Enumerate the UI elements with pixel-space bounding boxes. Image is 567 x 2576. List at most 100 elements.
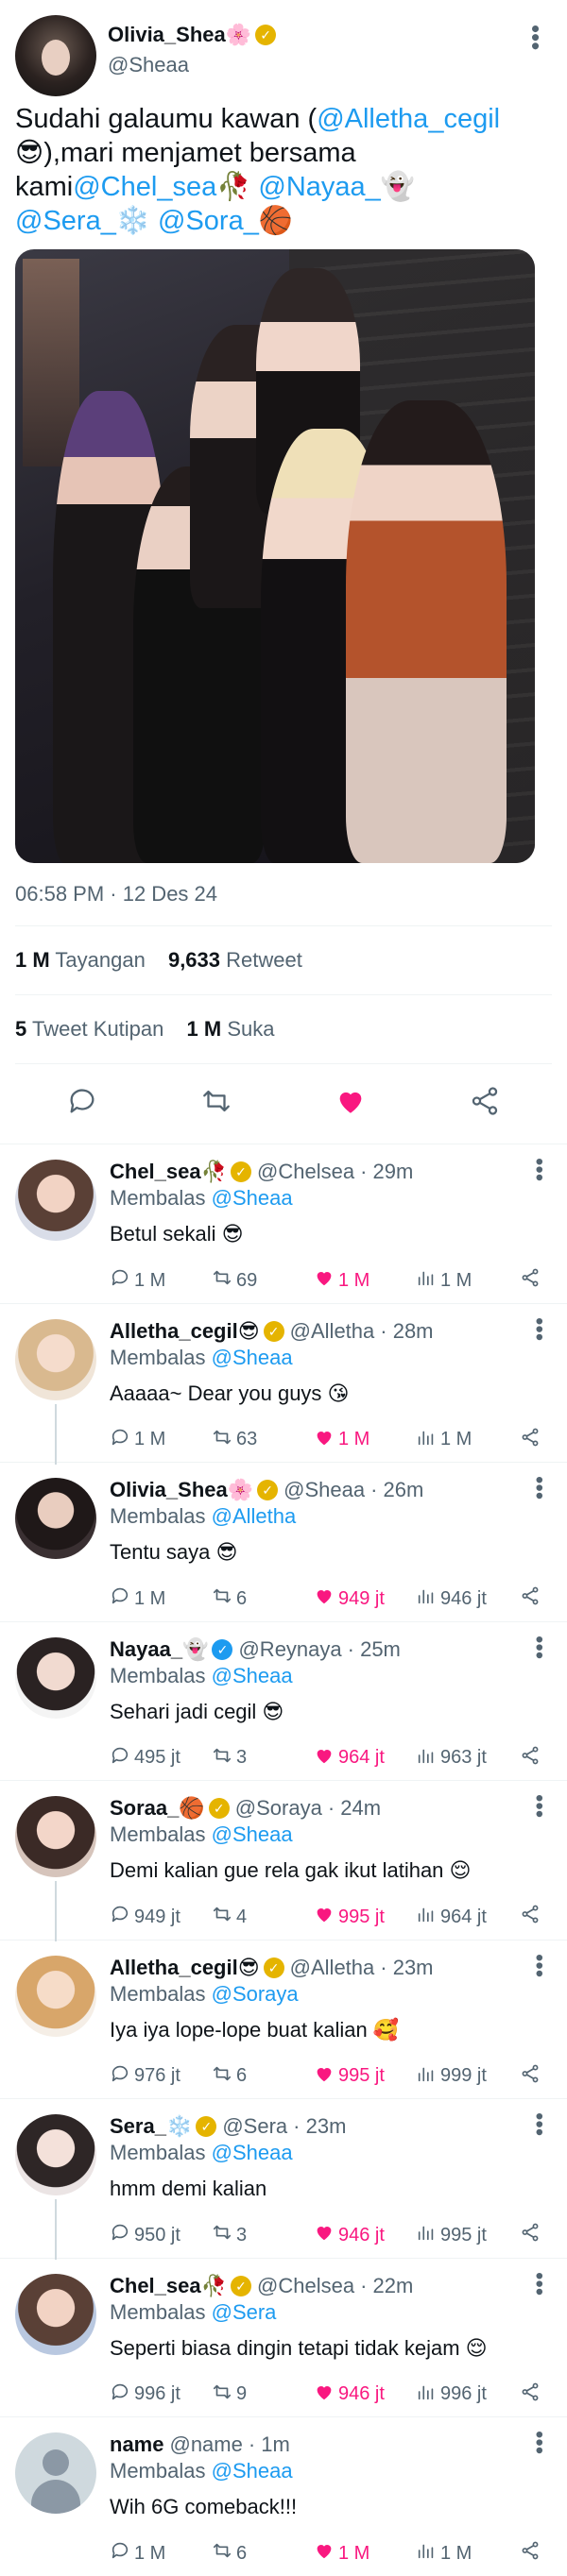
share-button[interactable] [520, 1585, 544, 1612]
retweet-button[interactable]: 4 [212, 1904, 314, 1930]
avatar[interactable] [15, 1636, 96, 1719]
reply-button[interactable]: 1 M [110, 1427, 212, 1453]
like-button[interactable]: 1 M [314, 2540, 416, 2567]
mention-link[interactable]: @Alletha_cegil [317, 104, 500, 134]
views-button[interactable]: 1 M [416, 1427, 520, 1453]
more-icon[interactable]: ••• [522, 25, 550, 50]
retweet-button[interactable]: 3 [212, 1745, 314, 1771]
avatar[interactable] [15, 2273, 96, 2355]
replying-to-link[interactable]: @Alletha [212, 1504, 297, 1528]
reply-tweet[interactable]: Nayaa_👻 ✓ @Reynaya · 25m ••• Membalas @Sheaa S… [0, 1622, 567, 1781]
reply-time[interactable]: · 23m [293, 2114, 346, 2139]
more-icon[interactable]: ••• [526, 1317, 552, 1341]
like-button[interactable]: 946 jt [314, 2222, 416, 2248]
more-icon[interactable]: ••• [526, 1635, 552, 1659]
views-button[interactable]: 996 jt [416, 2381, 520, 2408]
reply-button[interactable]: 495 jt [110, 1745, 212, 1771]
like-button[interactable]: 1 M [314, 1267, 416, 1294]
mention-link[interactable]: @Nayaa_ [258, 172, 380, 202]
views-button[interactable]: 999 jt [416, 2063, 520, 2090]
share-button[interactable] [520, 1745, 544, 1771]
retweet-button[interactable]: 6 [212, 1585, 314, 1612]
share-button[interactable] [520, 1904, 544, 1930]
replying-to-link[interactable]: @Sheaa [212, 2459, 293, 2483]
reply-button[interactable]: 976 jt [110, 2063, 212, 2090]
display-name[interactable]: Soraa_🏀 [110, 1796, 205, 1821]
replying-to-link[interactable]: @Sheaa [212, 2141, 293, 2164]
timestamp[interactable]: 06:58 PM · 12 Des 24 [15, 863, 552, 925]
quotes-label[interactable]: Tweet Kutipan [32, 1017, 163, 1041]
avatar[interactable] [15, 1318, 96, 1400]
display-name[interactable]: Olivia_Shea🌸 [110, 1478, 253, 1502]
views-button[interactable]: 964 jt [416, 1904, 520, 1930]
quotes-count[interactable]: 5 [15, 1017, 26, 1041]
display-name[interactable]: Chel_sea🥀 [110, 1160, 227, 1184]
handle[interactable]: @Soraya [235, 1796, 322, 1821]
more-icon[interactable]: ••• [526, 1476, 552, 1500]
replying-to-link[interactable]: @Sheaa [212, 1186, 293, 1210]
handle[interactable]: @Sera [222, 2114, 287, 2139]
reply-tweet[interactable]: Olivia_Shea🌸 ✓ @Sheaa · 26m ••• Membalas @All… [0, 1463, 567, 1622]
retweet-button[interactable]: 6 [212, 2540, 314, 2567]
mention-link[interactable]: @Sera_ [15, 206, 116, 236]
handle[interactable]: @Chelsea [257, 2274, 354, 2298]
like-button[interactable]: 946 jt [314, 2381, 416, 2408]
replying-to-link[interactable]: @Sheaa [212, 1346, 293, 1369]
share-button[interactable] [520, 1267, 544, 1294]
reply-button[interactable]: 949 jt [110, 1904, 212, 1930]
avatar[interactable] [15, 15, 96, 96]
more-icon[interactable]: ••• [526, 2112, 552, 2136]
reply-button[interactable]: 1 M [110, 1585, 212, 1612]
share-button[interactable] [520, 2540, 544, 2567]
handle[interactable]: @Alletha [290, 1319, 375, 1344]
heart-icon[interactable] [322, 1085, 379, 1126]
retweet-button[interactable]: 6 [212, 2063, 314, 2090]
handle[interactable]: @Sheaa [108, 53, 276, 77]
mention-link[interactable]: @Sora_ [158, 206, 259, 236]
reply-tweet[interactable]: Soraa_🏀 ✓ @Soraya · 24m ••• Membalas @Sheaa De… [0, 1781, 567, 1941]
views-button[interactable]: 963 jt [416, 1745, 520, 1771]
retweets-count[interactable]: 9,633 [168, 948, 220, 972]
reply-tweet[interactable]: Chel_sea🥀 ✓ @Chelsea · 29m ••• Membalas @Shea… [0, 1144, 567, 1304]
like-button[interactable]: 995 jt [314, 2063, 416, 2090]
replying-to-link[interactable]: @Soraya [212, 1982, 299, 2006]
avatar[interactable] [15, 2114, 96, 2195]
views-button[interactable]: 946 jt [416, 1585, 520, 1612]
reply-time[interactable]: · 25m [348, 1637, 401, 1662]
like-button[interactable]: 995 jt [314, 1904, 416, 1930]
reply-time[interactable]: · 29m [360, 1160, 413, 1184]
reply-button[interactable]: 996 jt [110, 2381, 212, 2408]
replying-to-link[interactable]: @Sheaa [212, 1664, 293, 1687]
display-name[interactable]: Alletha_cegil😎 [110, 1319, 260, 1344]
reply-time[interactable]: · 22m [360, 2274, 413, 2298]
reply-button[interactable]: 950 jt [110, 2222, 212, 2248]
display-name[interactable]: Olivia_Shea🌸 [108, 23, 251, 47]
share-button[interactable] [520, 1427, 544, 1453]
handle[interactable]: @Alletha [290, 1956, 375, 1980]
reply-tweet[interactable]: name @name · 1m ••• Membalas @Sheaa Wih 6G co… [0, 2417, 567, 2576]
reply-time[interactable]: · 1m [249, 2432, 290, 2457]
share-button[interactable] [520, 2063, 544, 2090]
reply-button[interactable]: 1 M [110, 1267, 212, 1294]
display-name-row[interactable]: Olivia_Shea🌸 ✓ [108, 23, 277, 47]
handle[interactable]: @Reynaya [238, 1637, 341, 1662]
reply-time[interactable]: · 28m [380, 1319, 433, 1344]
like-button[interactable]: 1 M [314, 1427, 416, 1453]
more-icon[interactable]: ••• [526, 2272, 552, 2296]
more-icon[interactable]: ••• [526, 1954, 552, 1977]
reply-time[interactable]: · 24m [328, 1796, 381, 1821]
like-button[interactable]: 949 jt [314, 1585, 416, 1612]
likes-count[interactable]: 1 M [187, 1017, 222, 1041]
avatar[interactable] [15, 1160, 96, 1241]
handle[interactable]: @name [169, 2432, 242, 2457]
avatar[interactable] [15, 1955, 96, 2037]
tweet-photo[interactable] [15, 249, 535, 863]
likes-label[interactable]: Suka [227, 1017, 274, 1041]
retweet-button[interactable]: 63 [212, 1427, 314, 1453]
retweet-button[interactable]: 3 [212, 2222, 314, 2248]
reply-icon[interactable] [54, 1085, 111, 1126]
reply-button[interactable]: 1 M [110, 2540, 212, 2567]
display-name[interactable]: Chel_sea🥀 [110, 2274, 227, 2298]
handle[interactable]: @Sheaa [284, 1478, 365, 1502]
avatar[interactable] [15, 1796, 96, 1877]
